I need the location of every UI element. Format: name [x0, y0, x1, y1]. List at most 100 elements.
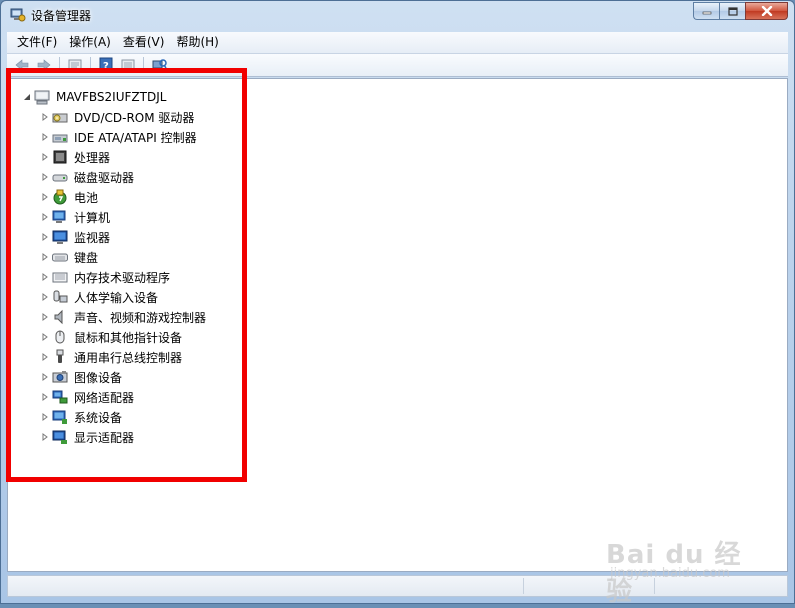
- device-category-node[interactable]: 图像设备: [38, 367, 206, 387]
- device-category-label: 电池: [74, 190, 99, 205]
- device-category-label: 处理器: [74, 150, 111, 165]
- processor-icon: [52, 149, 68, 165]
- device-category-label: 磁盘驱动器: [74, 170, 135, 185]
- device-category-label: 通用串行总线控制器: [74, 350, 183, 365]
- device-category-label: 计算机: [74, 210, 111, 225]
- hid-icon: [52, 289, 68, 305]
- toolbar: ?: [7, 54, 788, 77]
- usb-icon: [52, 349, 68, 365]
- maximize-button[interactable]: [719, 2, 745, 20]
- ide-controller-icon: [52, 129, 68, 145]
- device-category-node[interactable]: DVD/CD-ROM 驱动器: [38, 107, 206, 127]
- device-category-label: IDE ATA/ATAPI 控制器: [74, 130, 197, 145]
- device-category-node[interactable]: 人体学输入设备: [38, 287, 206, 307]
- minimize-button[interactable]: [693, 2, 719, 20]
- update-driver-button[interactable]: [117, 55, 139, 75]
- device-category-node[interactable]: IDE ATA/ATAPI 控制器: [38, 127, 206, 147]
- expand-arrow-icon[interactable]: [38, 107, 52, 127]
- expand-arrow-icon[interactable]: [38, 207, 52, 227]
- sound-icon: [52, 309, 68, 325]
- back-button[interactable]: [11, 55, 33, 75]
- camera-icon: [52, 369, 68, 385]
- disk-drive-icon: [52, 169, 68, 185]
- expand-arrow-icon[interactable]: [38, 407, 52, 427]
- menu-help[interactable]: 帮助(H): [170, 32, 224, 53]
- menu-file[interactable]: 文件(F): [7, 32, 63, 53]
- device-category-label: 网络适配器: [74, 390, 135, 405]
- tree-root-node[interactable]: MAVFBS2IUFZTDJL: [20, 87, 206, 107]
- keyboard-icon: [52, 249, 68, 265]
- collapse-arrow-icon[interactable]: [20, 87, 34, 107]
- device-category-label: 声音、视频和游戏控制器: [74, 310, 207, 325]
- device-category-label: 人体学输入设备: [74, 290, 159, 305]
- battery-icon: [52, 189, 68, 205]
- properties-button[interactable]: [64, 55, 86, 75]
- memory-icon: [52, 269, 68, 285]
- forward-icon: [37, 59, 51, 71]
- computer-root-icon: [34, 89, 50, 105]
- scan-hardware-button[interactable]: [148, 55, 170, 75]
- window-title: 设备管理器: [31, 9, 92, 23]
- expand-arrow-icon[interactable]: [38, 227, 52, 247]
- menu-action[interactable]: 操作(A): [63, 32, 117, 53]
- help-button[interactable]: ?: [95, 55, 117, 75]
- device-category-node[interactable]: 系统设备: [38, 407, 206, 427]
- display-adapter-icon: [52, 429, 68, 445]
- device-tree: MAVFBS2IUFZTDJL DVD/CD-ROM 驱动器 IDE ATA/AT…: [20, 87, 206, 447]
- dvd-drive-icon: [52, 109, 68, 125]
- device-category-node[interactable]: 显示适配器: [38, 427, 206, 447]
- expand-arrow-icon[interactable]: [38, 167, 52, 187]
- expand-arrow-icon[interactable]: [38, 127, 52, 147]
- mouse-icon: [52, 329, 68, 345]
- device-category-node[interactable]: 计算机: [38, 207, 206, 227]
- device-category-node[interactable]: 鼠标和其他指针设备: [38, 327, 206, 347]
- device-category-label: 系统设备: [74, 410, 123, 425]
- expand-arrow-icon[interactable]: [38, 247, 52, 267]
- computer-name: MAVFBS2IUFZTDJL: [56, 90, 167, 104]
- expand-arrow-icon[interactable]: [38, 147, 52, 167]
- network-icon: [52, 389, 68, 405]
- device-manager-window: 设备管理器 文件(F) 操作(A) 查看(V) 帮助(H) ? MAVFBS2I…: [0, 0, 795, 604]
- expand-arrow-icon[interactable]: [38, 327, 52, 347]
- menu-view[interactable]: 查看(V): [117, 32, 171, 53]
- expand-arrow-icon[interactable]: [38, 367, 52, 387]
- device-category-label: 内存技术驱动程序: [74, 270, 171, 285]
- watermark-url: jingyan.baidu.com: [610, 566, 730, 581]
- device-category-node[interactable]: 磁盘驱动器: [38, 167, 206, 187]
- device-tree-pane: MAVFBS2IUFZTDJL DVD/CD-ROM 驱动器 IDE ATA/AT…: [7, 78, 788, 572]
- title-bar[interactable]: 设备管理器: [1, 1, 794, 29]
- monitor-icon: [52, 229, 68, 245]
- svg-text:?: ?: [103, 61, 109, 72]
- computer-icon: [52, 209, 68, 225]
- device-category-node[interactable]: 声音、视频和游戏控制器: [38, 307, 206, 327]
- device-category-node[interactable]: 电池: [38, 187, 206, 207]
- expand-arrow-icon[interactable]: [38, 387, 52, 407]
- properties-icon: [68, 59, 82, 71]
- expand-arrow-icon[interactable]: [38, 427, 52, 447]
- device-category-label: 显示适配器: [74, 430, 135, 445]
- device-category-label: DVD/CD-ROM 驱动器: [74, 110, 195, 125]
- toolbar-separator: [90, 57, 91, 73]
- expand-arrow-icon[interactable]: [38, 287, 52, 307]
- close-button[interactable]: [745, 2, 788, 20]
- device-category-node[interactable]: 内存技术驱动程序: [38, 267, 206, 287]
- device-category-label: 键盘: [74, 250, 99, 265]
- menu-bar: 文件(F) 操作(A) 查看(V) 帮助(H): [7, 32, 788, 54]
- close-icon: [761, 6, 772, 16]
- device-category-label: 图像设备: [74, 370, 123, 385]
- device-category-node[interactable]: 键盘: [38, 247, 206, 267]
- forward-button[interactable]: [33, 55, 55, 75]
- device-category-node[interactable]: 处理器: [38, 147, 206, 167]
- expand-arrow-icon[interactable]: [38, 267, 52, 287]
- expand-arrow-icon[interactable]: [38, 307, 52, 327]
- device-category-node[interactable]: 监视器: [38, 227, 206, 247]
- device-category-label: 鼠标和其他指针设备: [74, 330, 183, 345]
- expand-arrow-icon[interactable]: [38, 187, 52, 207]
- expand-arrow-icon[interactable]: [38, 347, 52, 367]
- watermark: Bai du 经验 jingyan.baidu.com: [606, 518, 756, 607]
- toolbar-separator: [59, 57, 60, 73]
- scan-hardware-icon: [152, 59, 167, 69]
- device-category-node[interactable]: 通用串行总线控制器: [38, 347, 206, 367]
- device-category-node[interactable]: 网络适配器: [38, 387, 206, 407]
- toolbar-separator: [143, 57, 144, 73]
